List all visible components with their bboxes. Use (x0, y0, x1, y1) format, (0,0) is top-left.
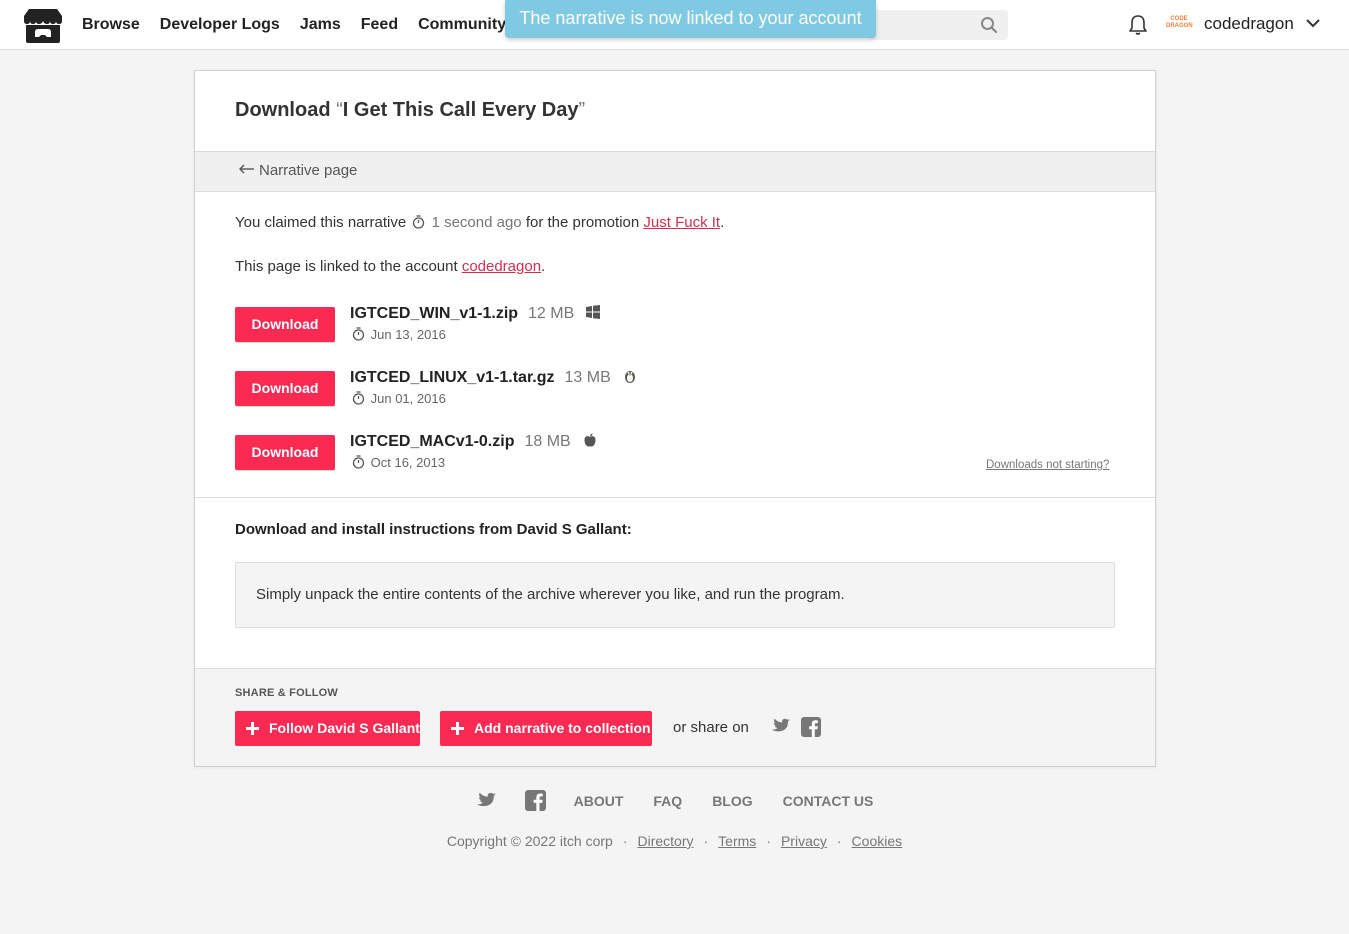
file-size: 13 MB (564, 369, 611, 386)
file-date-text: Oct 16, 2013 (370, 455, 446, 470)
main-nav: Browse Developer Logs Jams Feed Communit… (82, 0, 506, 50)
privacy-link[interactable]: Privacy (781, 833, 827, 849)
file-name: IGTCED_MACv1-0.zip (350, 433, 515, 450)
back-link-label: Narrative page (259, 162, 358, 179)
page-title: Download “I Get This Call Every Day” (235, 99, 585, 122)
file-date: Oct 16, 2013 (350, 455, 445, 470)
footer-links: ABOUT FAQ BLOG CONTACT US (0, 790, 1349, 815)
linked-account-notice: This page is linked to the account coded… (235, 258, 546, 275)
instructions-text: Simply unpack the entire contents of the… (256, 586, 845, 603)
search-icon[interactable] (980, 16, 998, 34)
nav-jams[interactable]: Jams (300, 16, 341, 34)
title-name: I Get This Call Every Day (342, 99, 579, 121)
title-prefix: Download (235, 99, 337, 121)
add-to-collection-button[interactable]: Add narrative to collection (440, 711, 652, 746)
downloads-not-starting-link[interactable]: Downloads not starting? (986, 459, 1109, 471)
footer-faq-link[interactable]: FAQ (653, 793, 682, 809)
nav-feed[interactable]: Feed (361, 16, 398, 34)
file-info: IGTCED_LINUX_v1-1.tar.gz 13 MB (350, 369, 637, 387)
download-row-mac: Download IGTCED_MACv1-0.zip 18 MB Oct 16,… (235, 433, 1095, 471)
claim-middle: for the promotion (525, 214, 640, 231)
claim-prefix: You claimed this narrative (235, 214, 407, 231)
download-button[interactable]: Download (235, 307, 335, 342)
file-date-text: Jun 13, 2016 (370, 327, 446, 342)
linked-prefix: This page is linked to the account (235, 258, 458, 275)
share-label: SHARE & FOLLOW (235, 687, 339, 699)
footer-contact-link[interactable]: CONTACT US (783, 793, 874, 809)
twitter-icon[interactable] (771, 718, 791, 735)
stopwatch-icon (352, 327, 365, 341)
file-info: IGTCED_WIN_v1-1.zip 12 MB (350, 305, 601, 323)
file-info: IGTCED_MACv1-0.zip 18 MB (350, 433, 597, 451)
instructions-box: Simply unpack the entire contents of the… (235, 562, 1115, 628)
claim-notice: You claimed this narrative 1 second ago … (235, 214, 725, 231)
top-header: Browse Developer Logs Jams Feed Communit… (0, 0, 1349, 50)
cookies-link[interactable]: Cookies (852, 833, 903, 849)
copyright-line: Copyright © 2022 itch corp · Directory · Ter… (446, 833, 903, 849)
file-date: Jun 13, 2016 (350, 327, 446, 342)
terms-link[interactable]: Terms (718, 833, 756, 849)
title-close-quote: ” (578, 99, 586, 121)
download-button[interactable]: Download (235, 371, 335, 406)
search-input[interactable] (870, 10, 1008, 40)
file-size: 12 MB (528, 305, 575, 322)
apple-icon (584, 433, 596, 447)
collection-button-label: Add narrative to collection (474, 720, 651, 736)
stopwatch-icon (352, 391, 365, 405)
twitter-icon[interactable] (476, 792, 497, 810)
divider (195, 497, 1155, 498)
file-size: 18 MB (524, 433, 571, 450)
back-bar: Narrative page (195, 151, 1155, 192)
plus-icon (246, 722, 259, 735)
bell-icon[interactable] (1128, 14, 1148, 36)
narrative-page-link[interactable]: Narrative page (239, 162, 357, 179)
title-open-quote: “ (336, 99, 343, 121)
claim-time: 1 second ago (431, 214, 522, 231)
plus-icon (451, 722, 464, 735)
footer-blog-link[interactable]: BLOG (712, 793, 752, 809)
instructions-heading: Download and install instructions from D… (235, 521, 632, 538)
file-date-text: Jun 01, 2016 (370, 391, 446, 406)
avatar[interactable]: CODE DRAGON (1166, 13, 1193, 37)
download-row-windows: Download IGTCED_WIN_v1-1.zip 12 MB Jun 13… (235, 305, 1095, 343)
promotion-link[interactable]: Just Fuck It (643, 214, 720, 231)
notification-toast: The narrative is now linked to your acco… (505, 0, 876, 38)
file-name: IGTCED_LINUX_v1-1.tar.gz (350, 369, 555, 386)
follow-button[interactable]: Follow David S Gallant (235, 711, 420, 746)
share-follow-section: SHARE & FOLLOW Follow David S Gallant Ad… (195, 669, 1155, 766)
copyright-text: Copyright © 2022 itch corp (446, 833, 613, 849)
linux-icon (624, 371, 635, 383)
chevron-down-icon[interactable] (1305, 17, 1321, 29)
nav-community[interactable]: Community (418, 16, 506, 34)
footer-about-link[interactable]: ABOUT (574, 793, 624, 809)
windows-icon (586, 305, 601, 319)
nav-browse[interactable]: Browse (82, 16, 140, 34)
facebook-icon[interactable] (524, 790, 546, 811)
download-button[interactable]: Download (235, 435, 335, 470)
file-name: IGTCED_WIN_v1-1.zip (350, 305, 519, 322)
itch-logo-icon[interactable] (23, 7, 63, 44)
download-row-linux: Download IGTCED_LINUX_v1-1.tar.gz 13 MB J… (235, 369, 1095, 407)
file-date: Jun 01, 2016 (350, 391, 446, 406)
facebook-icon[interactable] (801, 717, 821, 737)
stopwatch-icon (352, 455, 365, 469)
stopwatch-icon (413, 215, 425, 229)
follow-button-label: Follow David S Gallant (269, 720, 420, 736)
directory-link[interactable]: Directory (637, 833, 693, 849)
arrow-left-icon (239, 164, 254, 174)
linked-account-link[interactable]: codedragon (462, 258, 541, 275)
share-on-label: or share on (673, 719, 749, 736)
download-card: Download “I Get This Call Every Day” Nar… (194, 70, 1156, 767)
nav-developer-logs[interactable]: Developer Logs (160, 16, 280, 34)
username[interactable]: codedragon (1204, 14, 1294, 34)
